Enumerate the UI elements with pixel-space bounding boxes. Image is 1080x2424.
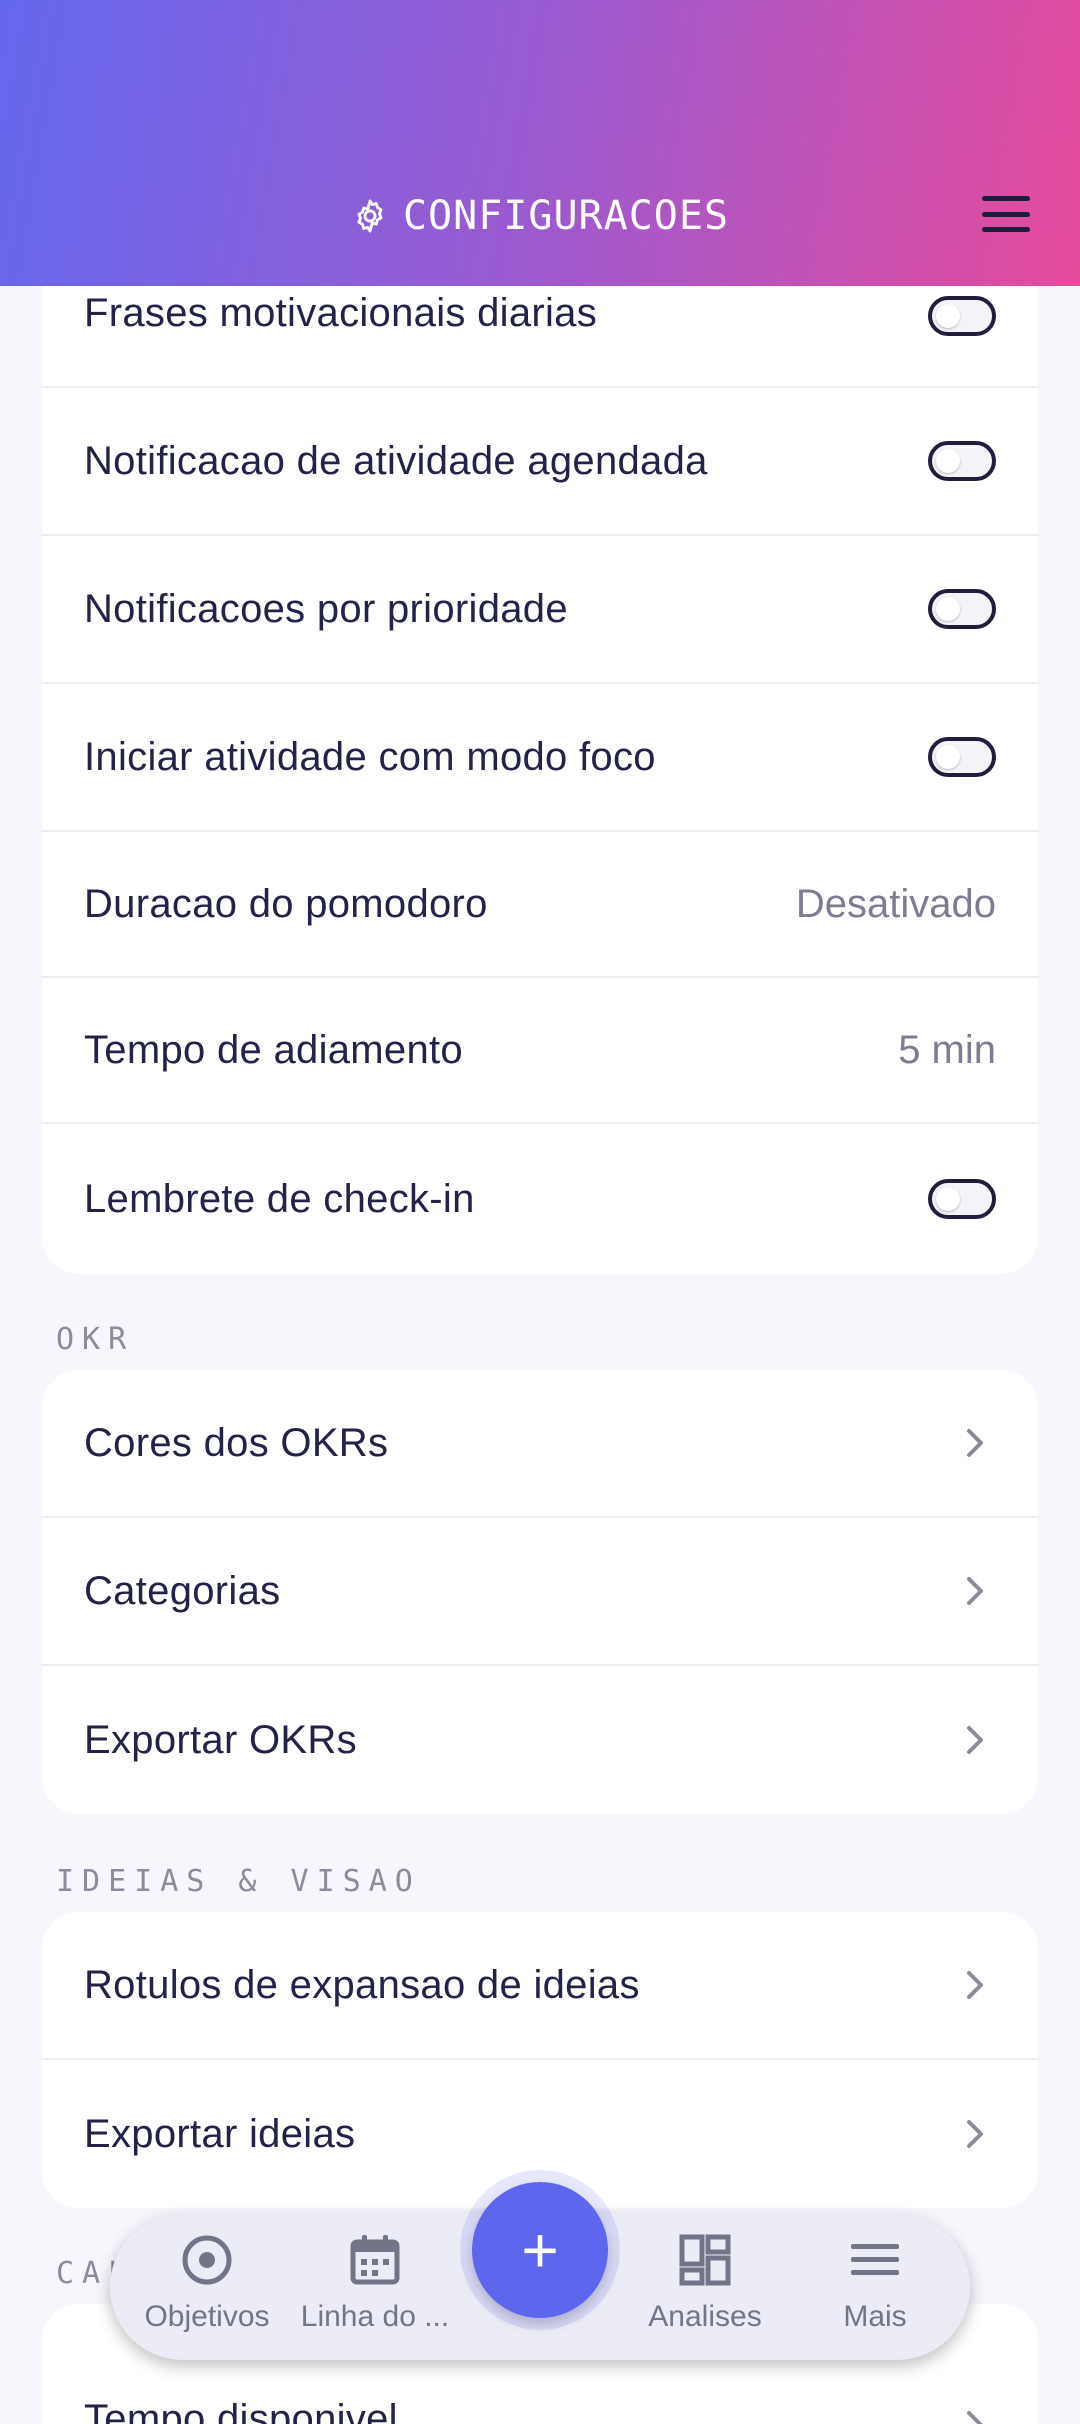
nav-item-analises[interactable]: Analises [620, 2232, 790, 2352]
gear-icon [357, 199, 383, 233]
pomodoro-duration-value: Desativado [795, 881, 996, 926]
toggle-knob [936, 304, 960, 328]
setting-label: Tempo de adiamento [84, 1027, 463, 1072]
setting-row-priority-notifications[interactable]: Notificacoes por prioridade [42, 536, 1038, 684]
checkin-reminder-toggle[interactable] [928, 1179, 996, 1219]
dashboard-icon [679, 2234, 731, 2286]
notifications-card: Frases motivacionais diarias Notificacao… [42, 240, 1038, 1274]
chevron-right-icon [967, 1971, 983, 1999]
setting-label: Frases motivacionais diarias [84, 291, 598, 335]
settings-content: Frases motivacionais diarias Notificacao… [0, 0, 1080, 2424]
setting-row-pomodoro-duration[interactable]: Duracao do pomodoro Desativado [42, 832, 1038, 978]
okr-row-categories[interactable]: Categorias [42, 1518, 1038, 1666]
setting-label: Exportar OKRs [84, 1717, 357, 1762]
okr-row-colors[interactable]: Cores dos OKRs [42, 1370, 1038, 1518]
nav-label: Mais [843, 2300, 907, 2333]
focus-mode-toggle[interactable] [928, 737, 996, 777]
section-title-ideas: IDEIAS & VISAO [56, 1864, 421, 1899]
setting-row-snooze-time[interactable]: Tempo de adiamento 5 min [42, 978, 1038, 1124]
header-title-wrap: CONFIGURACOES [0, 186, 1080, 246]
chevron-right-icon [967, 2120, 983, 2148]
okr-card: Cores dos OKRs Categorias Exportar OKRs [42, 1370, 1038, 1814]
add-fab-button[interactable]: + [472, 2182, 608, 2318]
okr-row-export[interactable]: Exportar OKRs [42, 1666, 1038, 1814]
setting-label: Notificacao de atividade agendada [84, 438, 708, 483]
setting-label: Notificacoes por prioridade [84, 586, 568, 631]
ideas-row-expansion-labels[interactable]: Rotulos de expansao de ideias [42, 1912, 1038, 2060]
chevron-right-icon [967, 1726, 983, 1754]
nav-label: Objetivos [144, 2300, 270, 2333]
toggle-knob [936, 597, 960, 621]
nav-item-linha-do-tempo[interactable]: Linha do ... [290, 2232, 460, 2352]
setting-label: Cores dos OKRs [84, 1420, 389, 1465]
setting-label: Lembrete de check-in [84, 1176, 475, 1221]
section-title-okr: OKR [56, 1322, 135, 1357]
nav-label: Linha do ... [300, 2300, 450, 2333]
setting-row-checkin-reminder[interactable]: Lembrete de check-in [42, 1124, 1038, 1274]
chevron-right-icon [967, 1577, 983, 1605]
calendar-icon [350, 2235, 400, 2285]
chevron-right-icon [967, 2411, 983, 2424]
app-header: CONFIGURACOES [0, 0, 1080, 286]
menu-line [982, 196, 1030, 201]
snooze-time-value: 5 min [898, 1027, 996, 1072]
setting-label: Rotulos de expansao de ideias [84, 1962, 640, 2007]
toggle-knob [936, 449, 960, 473]
menu-icon [851, 2244, 899, 2275]
hamburger-menu-button[interactable] [978, 192, 1034, 236]
nav-item-mais[interactable]: Mais [790, 2232, 960, 2352]
setting-label: Tempo disponivel [84, 2397, 398, 2424]
priority-notifications-toggle[interactable] [928, 589, 996, 629]
target-icon [182, 2235, 232, 2285]
setting-label: Duracao do pomodoro [84, 881, 488, 926]
setting-row-scheduled-activity[interactable]: Notificacao de atividade agendada [42, 388, 1038, 536]
ideas-card: Rotulos de expansao de ideias Exportar i… [42, 1912, 1038, 2208]
toggle-knob [936, 1187, 960, 1211]
scheduled-activity-toggle[interactable] [928, 441, 996, 481]
toggle-knob [936, 745, 960, 769]
motivational-quotes-toggle[interactable] [928, 296, 996, 336]
setting-label: Categorias [84, 1568, 281, 1613]
setting-row-focus-mode[interactable]: Iniciar atividade com modo foco [42, 684, 1038, 832]
menu-line [982, 211, 1030, 217]
setting-label: Iniciar atividade com modo foco [84, 734, 656, 779]
menu-line [982, 227, 1030, 232]
setting-label: Exportar ideias [84, 2111, 356, 2156]
nav-item-objetivos[interactable]: Objetivos [122, 2232, 292, 2352]
chevron-right-icon [967, 1429, 983, 1457]
nav-label: Analises [648, 2300, 762, 2333]
page-title: CONFIGURACOES [402, 193, 730, 239]
